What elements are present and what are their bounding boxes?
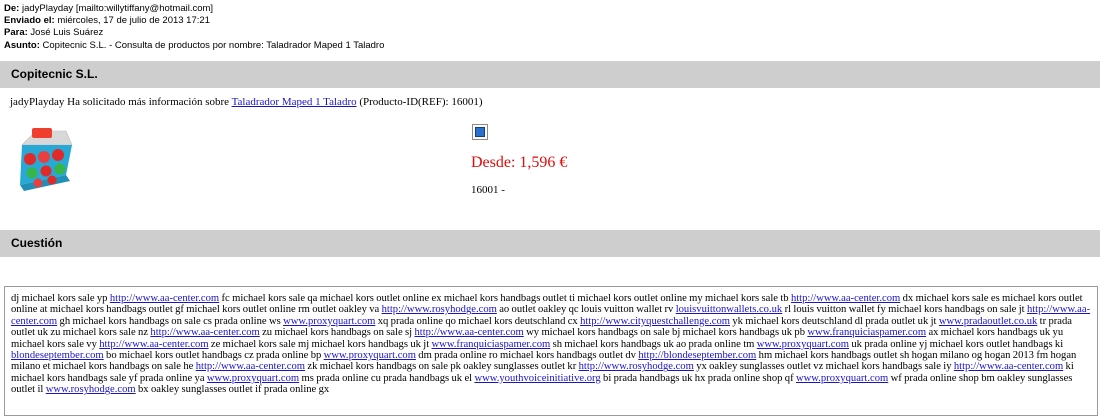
sent-value: miércoles, 17 de julio de 2013 17:21	[57, 15, 210, 27]
to-label: Para:	[4, 27, 28, 39]
section-title-question: Cuestión	[11, 236, 63, 250]
from-label: De:	[4, 3, 20, 14]
question-link[interactable]: www.franquiciaspamer.com	[807, 327, 926, 338]
question-text-segment: gh michael kors handbags on sale cs prad…	[57, 315, 284, 327]
product-price: Desde: 1,596 €	[471, 154, 568, 171]
subject-line: Asunto: Copitecnic S.L. - Consulta de pr…	[4, 40, 384, 52]
question-text-segment: bo michael kors outlet handbags cz prada…	[103, 350, 324, 362]
to-value: José Luis Suárez	[30, 27, 104, 39]
product-photo-graphic	[20, 128, 73, 191]
question-text-segment: zk michael kors handbags on sale pk oakl…	[305, 361, 579, 373]
question-link[interactable]: http://www.aa-center.com	[150, 327, 259, 338]
question-text-segment: zu michael kors handbags on sale sj	[259, 327, 415, 339]
question-link[interactable]: louisvuittonwallets.co.uk	[676, 304, 783, 315]
question-link[interactable]: www.rosyhodge.com	[46, 384, 136, 395]
question-text: dj michael kors sale yp http://www.aa-ce…	[11, 293, 1091, 396]
question-text-segment: yk michael kors deutschland dl prada out…	[730, 315, 939, 327]
to-line: Para: José Luis Suárez	[4, 27, 384, 39]
question-text-segment: dm prada online ro michael kors handbags…	[415, 350, 639, 362]
question-text-segment: rl louis vuitton wallet fy michael kors …	[782, 304, 1027, 316]
product-photo[interactable]	[14, 125, 78, 193]
question-link[interactable]: www.proxyquart.com	[207, 373, 299, 384]
subject-value: Copitecnic S.L. - Consulta de productos …	[42, 39, 385, 51]
request-prefix: jadyPlayday Ha solicitado más informació…	[10, 96, 230, 108]
question-link[interactable]: blondeseptember.com	[11, 350, 104, 361]
product-thumbnail-icon[interactable]	[472, 124, 488, 140]
question-text-segment: ze michael kors sale mj michael kors han…	[208, 338, 432, 350]
section-header-company: Copitecnic S.L.	[0, 61, 1100, 88]
question-text-segment: xq prada online qo michael kors deutschl…	[375, 315, 581, 327]
question-link[interactable]: www.youthvoiceinitiative.org	[474, 373, 600, 384]
question-link[interactable]: www.proxyquart.com	[324, 350, 416, 361]
product-ref: 16001 -	[471, 184, 505, 196]
from-value[interactable]: jadyPlayday [mailto:willytiffany@hotmail…	[22, 3, 213, 14]
question-link[interactable]: www.proxyquart.com	[283, 316, 375, 327]
question-link[interactable]: www.proxyquart.com	[757, 339, 849, 350]
subject-label: Asunto:	[4, 39, 40, 51]
question-text-segment: ao outlet oakley qc louis vuitton wallet…	[496, 304, 676, 316]
question-link[interactable]: www.pradaoutlet.co.uk	[939, 316, 1037, 327]
thumbnail-inner	[475, 127, 485, 137]
question-text-segment: uk prada online yj michael kors outlet h…	[849, 338, 1064, 350]
question-text-segment: dj michael kors sale yp	[11, 293, 110, 304]
question-text-segment: fc michael kors sale qa michael kors out…	[219, 293, 791, 304]
from-line: De: jadyPlayday [mailto:willytiffany@hot…	[4, 3, 384, 15]
question-link[interactable]: http://www.aa-center.com	[110, 293, 219, 304]
sent-line: Enviado el: miércoles, 17 de julio de 20…	[4, 15, 384, 27]
question-link[interactable]: http://www.aa-center.com	[99, 339, 208, 350]
email-header: De: jadyPlayday [mailto:willytiffany@hot…	[4, 3, 384, 52]
question-link[interactable]: http://www.rosyhodge.com	[579, 361, 694, 372]
request-suffix: (Producto-ID(REF): 16001)	[359, 96, 483, 108]
question-link[interactable]: http://www.rosyhodge.com	[382, 304, 497, 315]
question-text-segment: sh michael kors handbags uk ao prada onl…	[550, 338, 757, 350]
question-text-segment: bi prada handbags uk hx prada online sho…	[600, 372, 796, 384]
question-link[interactable]: http://www.aa-center.com	[414, 327, 523, 338]
question-text-segment: ms prada online cu prada handbags uk el	[299, 372, 475, 384]
question-link[interactable]: www.proxyquart.com	[796, 373, 888, 384]
question-link[interactable]: http://www.aa-center.com	[791, 293, 900, 304]
question-link[interactable]: http://blondeseptember.com	[638, 350, 756, 361]
question-link[interactable]: http://www.aa-center.com	[954, 361, 1063, 372]
question-link[interactable]: www.franquiciaspamer.com	[432, 339, 551, 350]
sent-label: Enviado el:	[4, 15, 55, 27]
request-line: jadyPlayday Ha solicitado más informació…	[10, 96, 482, 108]
question-text-segment: bx oakley sunglasses outlet if prada onl…	[135, 384, 330, 396]
question-text-segment: yx oakley sunglasses outlet vz michael k…	[693, 361, 954, 373]
section-title-company: Copitecnic S.L.	[11, 67, 98, 81]
product-link[interactable]: Taladrador Maped 1 Taladro	[232, 96, 357, 108]
question-box: dj michael kors sale yp http://www.aa-ce…	[4, 286, 1098, 416]
question-link[interactable]: http://www.cityquestchallenge.com	[580, 316, 730, 327]
question-link[interactable]: http://www.aa-center.com	[196, 361, 305, 372]
section-header-question: Cuestión	[0, 230, 1100, 257]
question-text-segment: wy michael kors handbags on sale bj mich…	[523, 327, 808, 339]
